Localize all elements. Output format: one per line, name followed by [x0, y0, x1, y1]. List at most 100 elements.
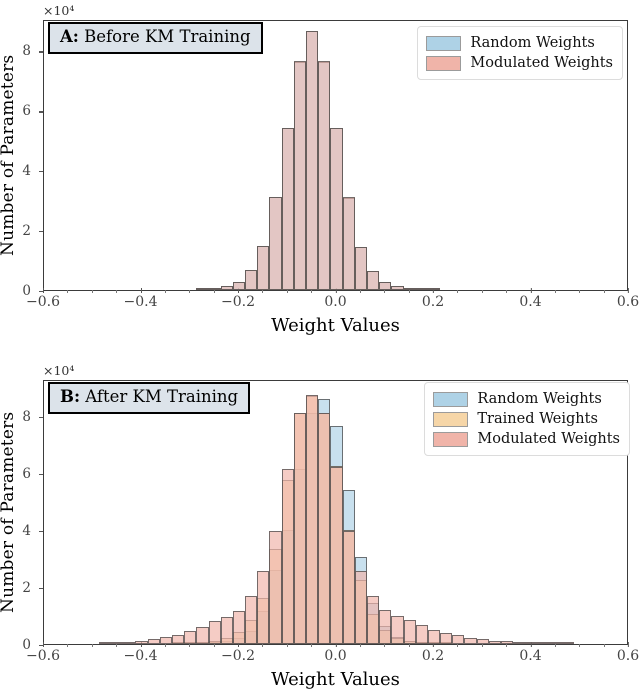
x-axis-minor-tick: [311, 644, 313, 647]
histogram-bar: [318, 61, 331, 290]
x-axis-minor-tick: [262, 644, 264, 647]
x-axis-minor-tick: [164, 644, 166, 647]
histogram-bar: [269, 531, 282, 644]
panel-title-text-a: Before KM Training: [84, 27, 251, 46]
legend-label: Trained Weights: [477, 411, 598, 427]
tick-mark: [39, 531, 43, 533]
histogram-bar: [537, 642, 550, 644]
x-axis-tick-label: −0.2: [221, 642, 255, 664]
tick-mark: [39, 51, 43, 53]
histogram-bar: [415, 288, 428, 290]
histogram-bar: [171, 635, 185, 644]
legend-label: Modulated Weights: [470, 55, 613, 71]
x-axis-minor-tick: [506, 290, 508, 293]
y-axis-tick-label: 8: [22, 43, 43, 59]
histogram-bar: [403, 619, 416, 644]
legend-a: Random Weights Modulated Weights: [417, 26, 623, 80]
x-axis-tick-label: −0.6: [26, 288, 60, 310]
histogram-bar: [123, 641, 136, 644]
x-axis-minor-tick: [311, 290, 313, 293]
histogram-bar: [391, 286, 404, 290]
histogram-bar: [196, 626, 209, 644]
tick-mark: [627, 642, 630, 647]
x-axis-minor-tick: [286, 290, 288, 293]
tick-mark: [39, 417, 43, 419]
histogram-bar: [403, 288, 416, 290]
panel-tag-a: A:: [60, 27, 79, 46]
x-axis-minor-tick: [164, 290, 166, 293]
x-axis-tick-label: 0.6: [617, 288, 639, 310]
x-axis-minor-tick: [91, 644, 93, 647]
tick-mark: [39, 111, 43, 113]
x-axis-minor-tick: [116, 644, 118, 647]
tick-mark: [39, 171, 43, 173]
x-axis-minor-tick: [554, 644, 556, 647]
y-axis-tick-label: 6: [22, 103, 43, 119]
histogram-bar: [452, 635, 465, 644]
histogram-bar: [318, 413, 331, 644]
histogram-bar: [366, 270, 380, 290]
histogram-bar: [366, 595, 380, 644]
x-axis-minor-tick: [457, 644, 459, 647]
x-axis-minor-tick: [384, 290, 386, 293]
tick-mark: [39, 474, 43, 476]
x-axis-minor-tick: [579, 644, 581, 647]
legend-swatch-icon: [433, 431, 469, 447]
legend-swatch-icon: [426, 35, 462, 51]
histogram-bar: [220, 616, 233, 644]
x-axis-tick-label: −0.4: [124, 642, 158, 664]
histogram-bar: [245, 595, 258, 644]
histogram-bar: [306, 30, 319, 290]
legend-row: Random Weights: [433, 389, 620, 409]
x-axis-minor-tick: [457, 290, 459, 293]
y-axis-tick-label: 4: [22, 163, 43, 179]
histogram-bar: [342, 197, 355, 290]
tick-mark: [39, 588, 43, 590]
x-axis-minor-tick: [359, 290, 361, 293]
x-axis-label-a: Weight Values: [271, 315, 400, 336]
x-axis-tick-label: −0.2: [221, 288, 255, 310]
histogram-bar: [342, 531, 355, 644]
y-axis-tick-label: 2: [22, 580, 43, 596]
histogram-bar: [379, 609, 392, 644]
panel-tag-b: B:: [60, 387, 81, 406]
panel-title-b: B: After KM Training: [48, 382, 251, 414]
histogram-bar: [549, 642, 562, 644]
panel-b: ×10⁴ Number of Parameters 02468 −0.6 −0.4…: [0, 350, 640, 697]
histogram-bar: [306, 394, 319, 644]
legend-swatch-icon: [426, 55, 462, 71]
y-exponent-label-b: ×10⁴: [43, 363, 75, 378]
x-axis-minor-tick: [384, 644, 386, 647]
histogram-bar: [245, 270, 258, 290]
y-axis-tick-label: 8: [22, 409, 43, 425]
panel-a: ×10⁴ Number of Parameters 02468 −0.6 −0.4…: [0, 0, 640, 350]
histogram-bar: [208, 288, 221, 290]
legend-swatch-icon: [433, 411, 469, 427]
histogram-bar: [440, 632, 453, 644]
x-axis-minor-tick: [213, 290, 215, 293]
histogram-bar: [415, 625, 428, 644]
histogram-bar: [257, 571, 270, 644]
panel-title-a: A: Before KM Training: [48, 22, 263, 54]
y-axis-ticks-b: 02468: [0, 380, 43, 653]
x-axis-minor-tick: [67, 290, 69, 293]
legend-row: Trained Weights: [433, 409, 620, 429]
histogram-bar: [427, 288, 441, 290]
histogram-bar: [293, 413, 307, 644]
histogram-bar: [111, 642, 124, 644]
x-axis-minor-tick: [67, 644, 69, 647]
x-axis-minor-tick: [116, 290, 118, 293]
histogram-bar: [525, 642, 538, 644]
x-axis-minor-tick: [481, 290, 483, 293]
x-axis-minor-tick: [554, 290, 556, 293]
x-axis-ticks-a: −0.6 −0.4 −0.2 0.0 0.2 0.4 0.6: [26, 288, 639, 316]
x-axis-tick-label: 0.0: [324, 288, 347, 310]
histogram-bar: [257, 246, 270, 290]
histogram-bar: [293, 61, 307, 290]
x-axis-label-b: Weight Values: [271, 669, 400, 690]
histogram-bar: [232, 281, 246, 290]
x-axis-tick-label: 0.4: [519, 288, 542, 310]
x-axis-tick-label: 0.0: [324, 642, 347, 664]
x-axis-minor-tick: [481, 644, 483, 647]
histogram-bar: [281, 468, 294, 644]
